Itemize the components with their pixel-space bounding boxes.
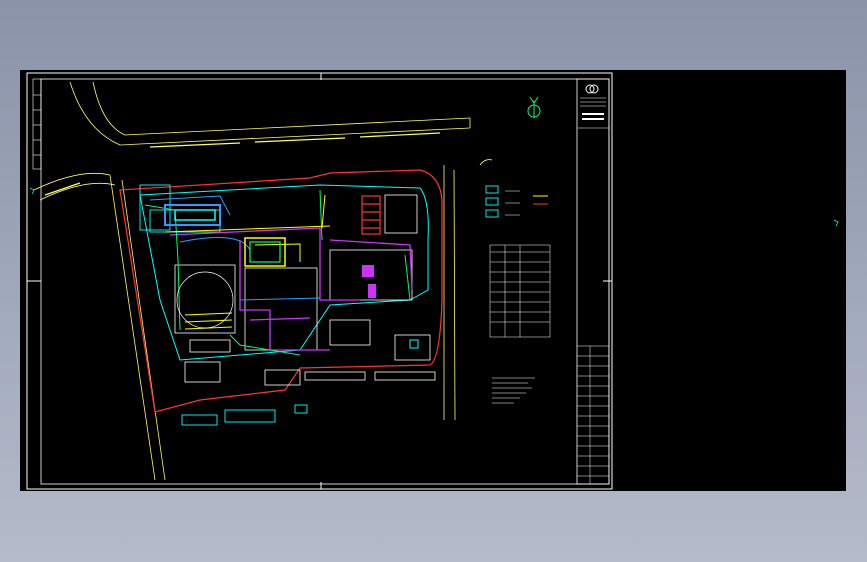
cad-viewer[interactable] xyxy=(0,0,867,562)
equipment-room xyxy=(362,265,374,277)
equipment-pad xyxy=(368,284,376,298)
